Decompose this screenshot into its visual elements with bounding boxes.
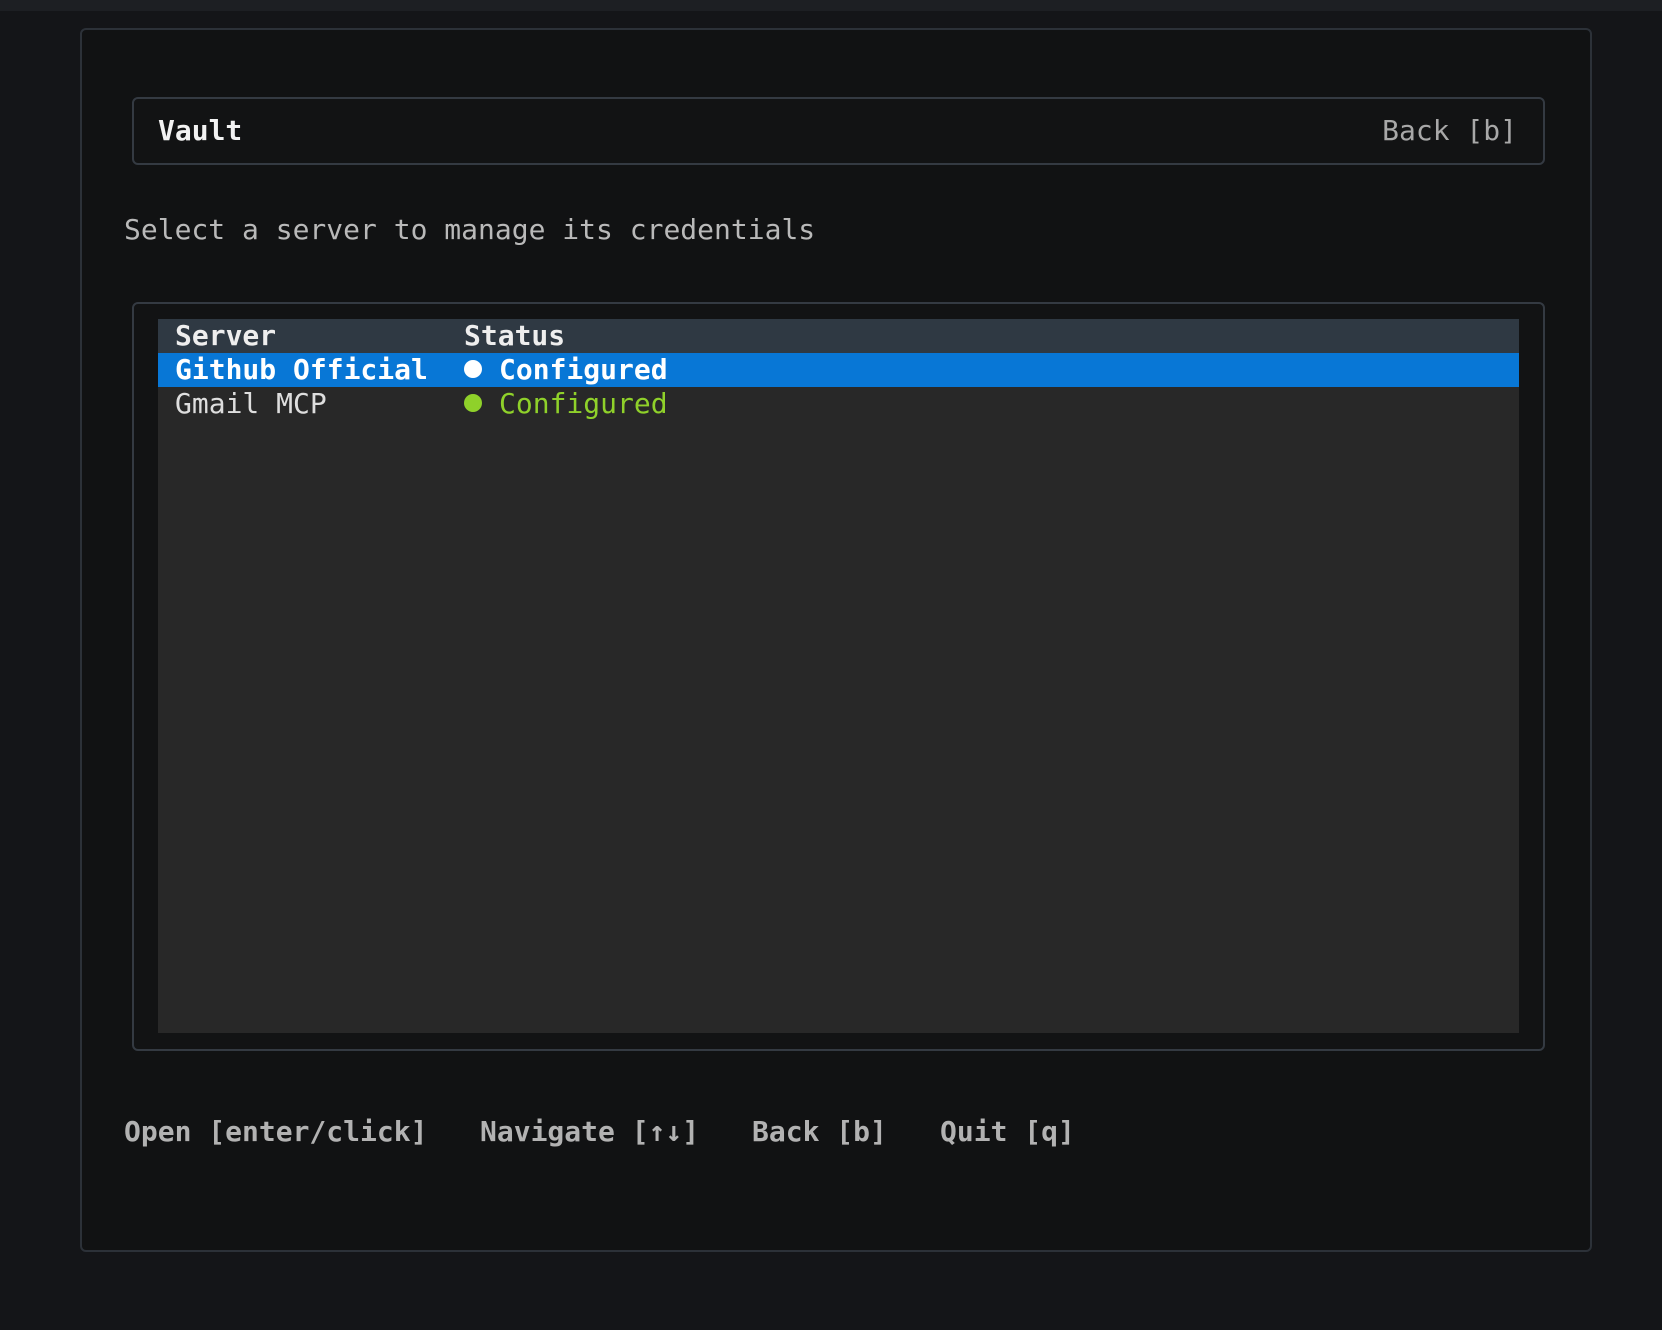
server-name: Github Official [175, 353, 428, 386]
page-title: Vault [158, 114, 243, 147]
key-hints-bar: Open [enter/click] Navigate [↑↓] Back [b… [124, 1114, 1075, 1150]
status-label: Configured [499, 353, 668, 386]
back-hint-button[interactable]: Back [b] [752, 1114, 887, 1150]
server-table-frame: Server Status Github Official Configured… [132, 302, 1545, 1051]
table-row-github-official[interactable]: Github Official Configured [158, 353, 1519, 387]
quit-hint-button[interactable]: Quit [q] [940, 1114, 1075, 1150]
header-back-button[interactable]: Back [b] [1382, 115, 1517, 147]
table-header-row: Server Status [158, 319, 1519, 353]
status-dot-icon [464, 360, 482, 378]
instruction-text: Select a server to manage its credential… [124, 213, 816, 246]
column-header-server[interactable]: Server [175, 319, 276, 353]
server-name: Gmail MCP [175, 387, 327, 420]
status-dot-icon [464, 394, 482, 412]
window-top-strip [0, 0, 1662, 11]
open-hint-button[interactable]: Open [enter/click] [124, 1114, 427, 1150]
navigate-hint-button[interactable]: Navigate [↑↓] [480, 1114, 699, 1150]
status-label: Configured [499, 387, 668, 420]
server-table: Server Status Github Official Configured… [158, 319, 1519, 1033]
server-status: Configured [464, 387, 668, 421]
column-header-status[interactable]: Status [464, 319, 565, 353]
table-row-gmail-mcp[interactable]: Gmail MCP Configured [158, 387, 1519, 421]
server-status: Configured [464, 353, 668, 387]
vault-screen: Vault Back [b] Select a server to manage… [80, 28, 1592, 1252]
header-bar: Vault Back [b] [132, 97, 1545, 165]
